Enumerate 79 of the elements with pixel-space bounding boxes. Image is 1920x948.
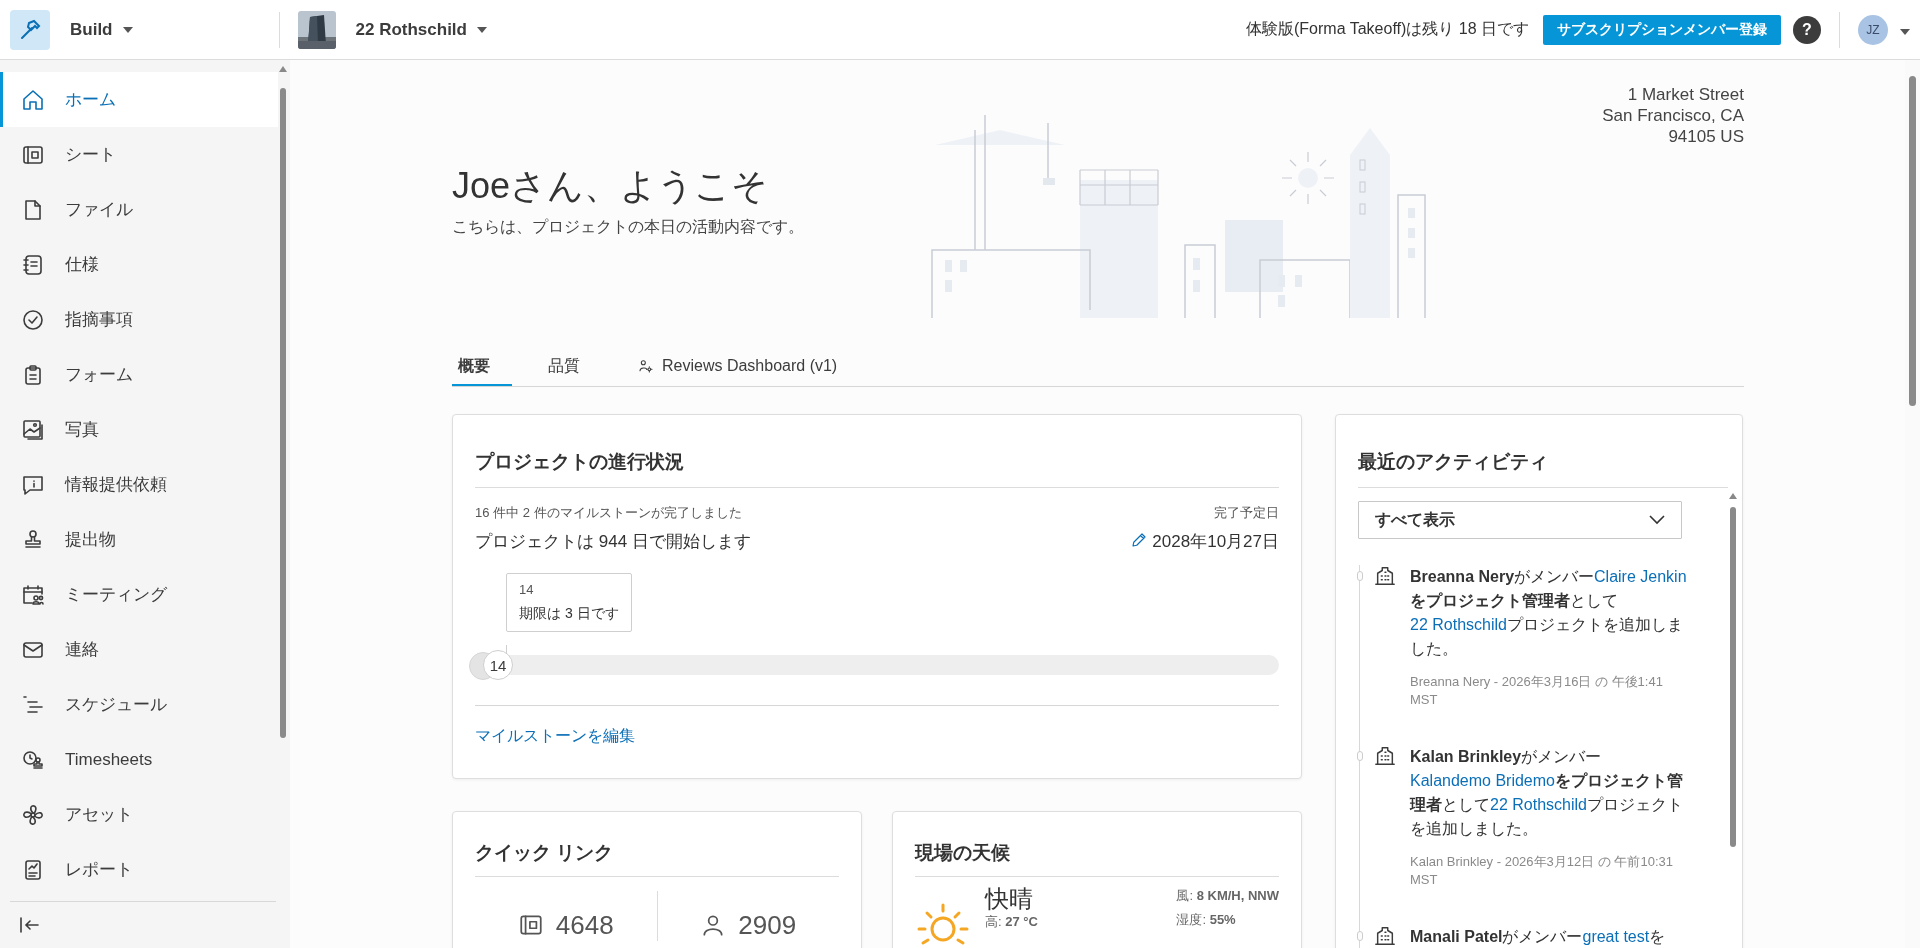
sidebar-item[interactable]: ホーム: [0, 72, 278, 127]
scroll-up-icon[interactable]: [279, 66, 287, 72]
quick-link-count[interactable]: 2909: [738, 911, 797, 939]
sidebar-item[interactable]: レポート: [0, 842, 278, 897]
hammer-icon[interactable]: [10, 9, 50, 50]
tab[interactable]: 品質: [542, 348, 602, 386]
project-selector[interactable]: 22 Rothschild: [355, 19, 487, 40]
help-button[interactable]: ?: [1793, 15, 1821, 44]
activity-link[interactable]: Kalandemo Bridemo: [1410, 772, 1555, 789]
quick-link-count[interactable]: 4648: [555, 911, 614, 939]
sidebar-item[interactable]: 写真: [0, 402, 278, 457]
sidebar-item[interactable]: ミーティング: [0, 567, 278, 622]
milestone-summary: 16 件中 2 件のマイルストーンが完了しました: [475, 504, 743, 522]
notebook-icon: [21, 252, 45, 277]
sidebar-item[interactable]: Timesheets: [0, 732, 278, 787]
timeline-node: [1357, 571, 1363, 581]
sidebar-item[interactable]: ファイル: [0, 182, 278, 237]
house-icon: [21, 87, 45, 112]
building-icon: [1374, 565, 1396, 587]
app-switcher[interactable]: Build: [70, 19, 133, 40]
sheet-icon: [517, 912, 544, 938]
building-icon: [1374, 745, 1396, 767]
user-gear-icon: [638, 358, 654, 374]
caret-icon: [122, 26, 133, 33]
building-icon: [1374, 925, 1396, 947]
activity-text: Kalan Brinkleyがメンバー Kalandemo Bridemoをプロジェクト管理者として22 Rothschildプロジェクトを追加しました。: [1410, 747, 1684, 839]
card-title: 現場の天候: [915, 841, 1011, 865]
wind-reading: 風: 8 KM/H, NNW: [1176, 887, 1279, 905]
activity-link[interactable]: 22 Rothschild: [1490, 796, 1587, 813]
card-title: プロジェクトの進行状況: [475, 450, 685, 474]
due-label: 完了予定日: [1214, 504, 1279, 522]
sidebar-item[interactable]: スケジュール: [0, 677, 278, 732]
sidebar-item[interactable]: 情報提供依頼: [0, 457, 278, 512]
address-line: San Francisco, CA: [1602, 105, 1744, 126]
fan-icon: [21, 802, 45, 827]
activity-link[interactable]: great test: [1582, 928, 1650, 945]
timeline-node: [1357, 751, 1363, 761]
caret-icon: [476, 26, 487, 33]
sidebar-item[interactable]: 連絡: [0, 622, 278, 677]
card-title: クイック リンク: [475, 841, 615, 865]
sidebar-item[interactable]: アセット: [0, 787, 278, 842]
sidebar-item[interactable]: 提出物: [0, 512, 278, 567]
trial-notice: 体験版(Forma Takeoff)は残り 18 日です: [1245, 19, 1529, 39]
image-icon: [21, 417, 45, 442]
milestone-marker[interactable]: 14: [483, 650, 513, 680]
edit-milestones-link[interactable]: マイルストーンを編集: [475, 726, 635, 747]
weather-condition: 快晴: [985, 885, 1034, 913]
tab[interactable]: 概要: [452, 348, 512, 386]
calendar-icon: [21, 582, 45, 607]
tab[interactable]: Reviews Dashboard (v1): [632, 348, 860, 386]
chevron-down-icon: [1649, 515, 1665, 525]
activity-meta: Kalan Brinkley - 2026年3月12日 の 午前10:31 MST: [1410, 853, 1674, 889]
sidebar-item[interactable]: シート: [0, 127, 278, 182]
milestone-due: 期限は 3 日です: [519, 605, 619, 623]
timeline-node: [1357, 931, 1363, 941]
start-countdown: プロジェクトは 944 日で開始します: [475, 531, 751, 553]
activity-link[interactable]: Claire Jenkin: [1594, 568, 1687, 585]
due-date: 2028年10月27日: [1152, 531, 1279, 553]
scroll-up-icon[interactable]: [1729, 493, 1737, 499]
address-line: 1 Market Street: [1627, 84, 1744, 105]
user-avatar[interactable]: JZ: [1858, 14, 1888, 45]
user-menu-caret-icon: [1900, 28, 1910, 35]
address-line: 94105 US: [1668, 126, 1744, 147]
collapse-icon[interactable]: [18, 914, 40, 936]
sidebar-item[interactable]: 仕様: [0, 237, 278, 292]
welcome-subtitle: こちらは、プロジェクトの本日の活動内容です。: [452, 217, 805, 237]
welcome-title: Joeさん、ようこそ: [452, 164, 770, 208]
card-title: 最近のアクティビティ: [1358, 450, 1549, 474]
activity-link[interactable]: 22 Rothschild: [1410, 616, 1507, 633]
sidebar-item[interactable]: フォーム: [0, 347, 278, 402]
humidity-reading: 湿度: 55%: [1176, 911, 1237, 929]
activity-filter-dropdown[interactable]: すべて表示: [1358, 501, 1682, 539]
activity-text: Breanna NeryがメンバーClaire Jenkin をプロジェクト管理者として 22 Rothschildプロジェクトを追加しました。: [1410, 567, 1688, 659]
high-temperature: 高: 27 °C: [985, 913, 1038, 931]
check-circle-icon: [21, 307, 45, 332]
activity-meta: Breanna Nery - 2026年3月16日 の 午後1:41 MST: [1410, 673, 1664, 709]
activity-text: Manali Patelがメンバーgreat testを: [1410, 927, 1667, 947]
sidebar-item[interactable]: 指摘事項: [0, 292, 278, 347]
milestone-number: 14: [519, 582, 535, 597]
